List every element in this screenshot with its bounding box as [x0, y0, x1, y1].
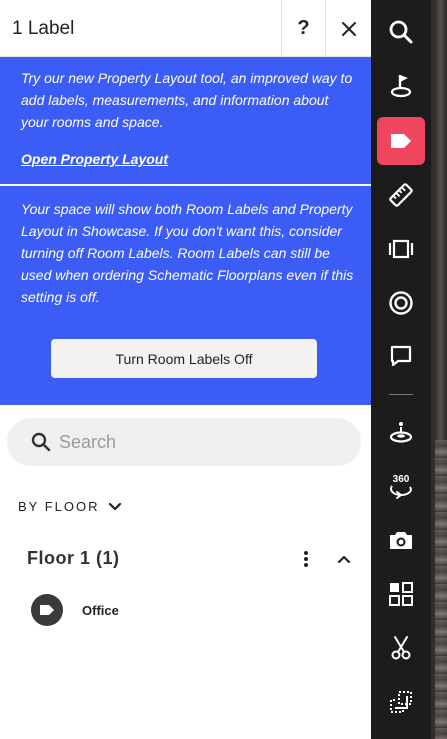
comment-icon: [390, 345, 412, 367]
tool-measure[interactable]: [377, 171, 425, 219]
more-vertical-icon: [304, 551, 308, 567]
labels-panel: 1 Label ? Try our new Property Layout to…: [0, 0, 371, 739]
grid-layout-icon: [389, 582, 413, 606]
tool-labels[interactable]: [377, 117, 425, 165]
mattertag-target-icon: [389, 291, 413, 315]
label-list-item[interactable]: Office: [31, 594, 119, 626]
tool-floor-position[interactable]: [377, 408, 425, 456]
tool-mattertags[interactable]: [377, 279, 425, 327]
by-floor-dropdown[interactable]: BY FLOOR: [18, 499, 122, 514]
tool-comments[interactable]: [377, 332, 425, 380]
tool-sidebar: 360: [371, 0, 431, 739]
floor-title: Floor 1 (1): [27, 548, 120, 568]
360-text: 360: [393, 474, 410, 485]
search-icon: [31, 432, 51, 452]
search-box[interactable]: [7, 418, 361, 466]
toolbar-divider: [389, 394, 413, 395]
panel-title: 1 Label: [12, 18, 75, 39]
tool-search[interactable]: [377, 8, 425, 56]
label-tag-icon: [31, 594, 63, 626]
panel-header: 1 Label ?: [0, 0, 371, 57]
banner-intro-text: Try our new Property Layout tool, an imp…: [21, 70, 353, 130]
tool-snapshot[interactable]: [377, 516, 425, 564]
tool-layout[interactable]: [377, 570, 425, 618]
viewer-background-detail: [435, 440, 447, 739]
property-layout-banner: Try our new Property Layout tool, an imp…: [0, 57, 371, 405]
tool-360-view[interactable]: 360: [377, 462, 425, 510]
open-property-layout-link[interactable]: Open Property Layout: [21, 151, 168, 167]
crop-select-icon: [390, 691, 412, 713]
banner-divider: [0, 184, 371, 186]
floor-more-button[interactable]: [295, 548, 317, 570]
tool-views[interactable]: [377, 225, 425, 273]
label-name: Office: [82, 602, 119, 618]
turn-room-labels-off-button[interactable]: Turn Room Labels Off: [51, 339, 317, 378]
chevron-down-icon: [108, 502, 121, 510]
measure-ruler-icon: [389, 183, 413, 207]
tool-crop[interactable]: [377, 678, 425, 726]
camera-icon: [390, 532, 412, 549]
floor-group-header: Floor 1 (1): [27, 546, 367, 572]
search-input[interactable]: [59, 427, 339, 457]
tool-start-location[interactable]: [377, 62, 425, 110]
help-button[interactable]: ?: [281, 0, 325, 57]
scissors-icon: [391, 636, 411, 660]
by-floor-label: BY FLOOR: [18, 499, 100, 514]
floor-collapse-button[interactable]: [333, 548, 355, 570]
label-tag-icon: [391, 134, 411, 148]
360-rotate-icon: 360: [390, 474, 412, 499]
view-frame-icon: [388, 239, 414, 259]
close-icon: [341, 21, 356, 36]
banner-notice-text: Your space will show both Room Labels an…: [21, 201, 354, 305]
chevron-up-icon: [337, 555, 351, 564]
tool-cut[interactable]: [377, 624, 425, 672]
close-button[interactable]: [325, 0, 371, 57]
search-icon: [389, 20, 413, 44]
start-location-icon: [390, 75, 412, 98]
floor-position-icon: [389, 422, 413, 443]
